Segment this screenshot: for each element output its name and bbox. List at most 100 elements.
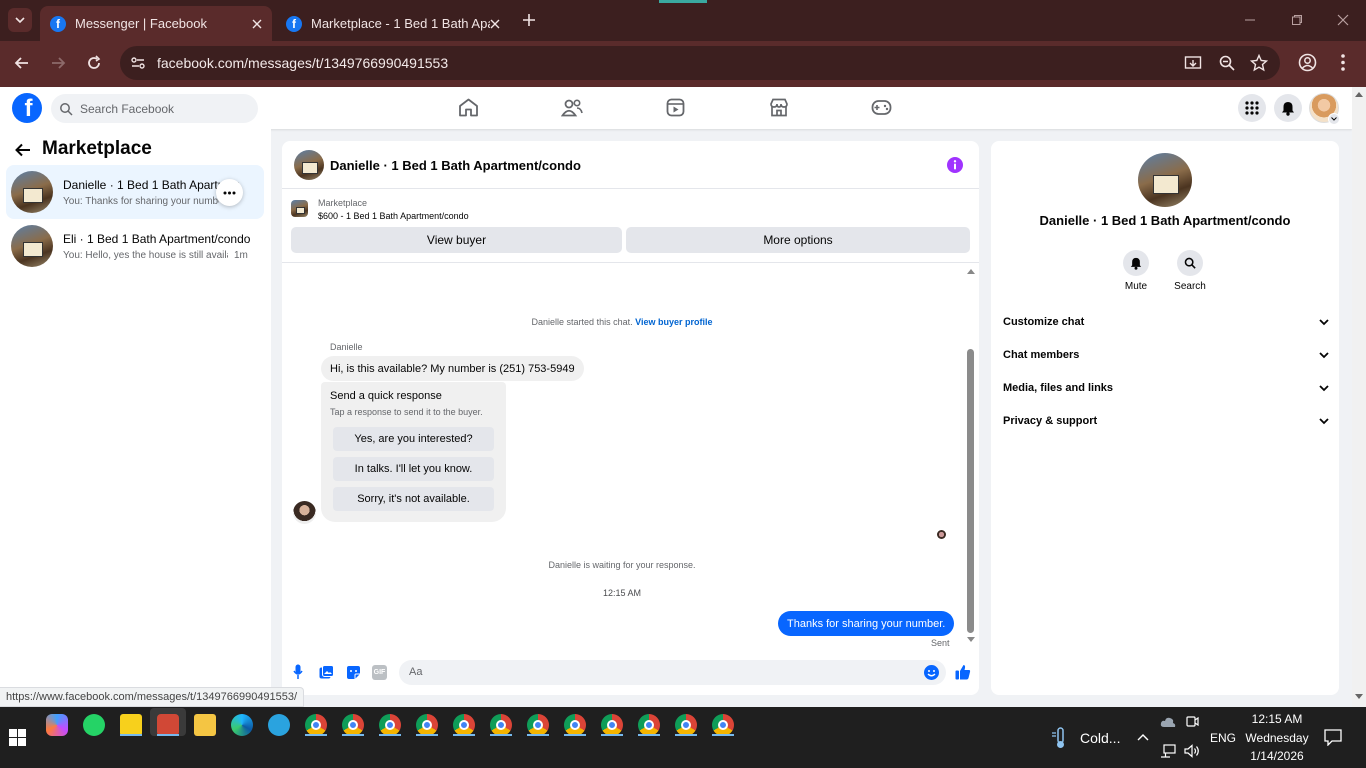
quick-response-option-1[interactable]: Yes, are you interested? — [333, 427, 494, 451]
gif-icon[interactable]: GIF — [372, 665, 387, 680]
chrome-icon[interactable] — [712, 714, 734, 736]
tab-messenger[interactable]: f Messenger | Facebook — [40, 6, 272, 41]
install-app-icon[interactable] — [1184, 54, 1202, 72]
photo-icon[interactable] — [319, 665, 334, 679]
meet-now-icon[interactable] — [1186, 714, 1199, 729]
view-buyer-profile-link[interactable]: View buyer profile — [635, 317, 712, 327]
search-chat-button[interactable] — [1176, 250, 1204, 276]
profile-icon[interactable] — [1298, 53, 1317, 72]
onedrive-cloud-icon[interactable] — [1160, 715, 1176, 729]
more-options-button[interactable]: More options — [626, 227, 970, 253]
friends-icon[interactable] — [561, 98, 583, 117]
chrome-icon[interactable] — [342, 714, 364, 736]
close-icon[interactable] — [490, 19, 500, 29]
chrome-icon[interactable] — [416, 714, 438, 736]
sticker-icon[interactable] — [346, 665, 361, 680]
video-icon[interactable] — [666, 98, 685, 117]
facebook-search-input[interactable]: Search Facebook — [51, 94, 258, 123]
window-close-icon[interactable] — [1337, 14, 1349, 26]
clock-time[interactable]: 12:15 AM — [1244, 712, 1310, 726]
tab-marketplace[interactable]: f Marketplace - 1 Bed 1 Bath Apa — [276, 6, 510, 41]
forward-arrow-icon[interactable] — [50, 55, 66, 71]
notifications-button[interactable] — [1274, 94, 1302, 122]
recorder-icon[interactable] — [157, 714, 179, 736]
scroll-down-arrow-icon[interactable] — [1355, 694, 1363, 700]
scroll-down-arrow-icon[interactable] — [967, 637, 975, 643]
copilot-icon[interactable] — [46, 714, 68, 736]
new-tab-plus-icon[interactable] — [522, 13, 536, 27]
telegram-icon[interactable] — [268, 714, 290, 736]
sticky-notes-icon[interactable] — [120, 714, 142, 736]
more-vertical-icon[interactable] — [1336, 53, 1350, 72]
chat-title[interactable]: Danielle · 1 Bed 1 Bath Apartment/condo — [330, 158, 581, 173]
gaming-icon[interactable] — [871, 99, 892, 116]
whatsapp-icon[interactable] — [83, 714, 105, 736]
clock-day[interactable]: Wednesday — [1244, 731, 1310, 745]
scroll-up-arrow-icon[interactable] — [1355, 91, 1363, 97]
chevron-up-icon[interactable] — [1137, 733, 1149, 741]
site-settings-icon[interactable] — [130, 55, 146, 71]
chrome-icon[interactable] — [453, 714, 475, 736]
language-indicator[interactable]: ENG — [1210, 731, 1236, 745]
section-media-files-links[interactable]: Media, files and links — [1003, 382, 1329, 394]
chrome-icon[interactable] — [379, 714, 401, 736]
weather-text[interactable]: Cold... — [1080, 730, 1120, 746]
section-privacy-support[interactable]: Privacy & support — [1003, 415, 1329, 427]
info-icon[interactable] — [947, 157, 963, 173]
marketplace-icon[interactable] — [769, 98, 789, 117]
profile-avatar-large[interactable] — [1138, 153, 1192, 207]
clock-date[interactable]: 1/14/2026 — [1244, 749, 1310, 763]
listing-title[interactable]: $600 - 1 Bed 1 Bath Apartment/condo — [318, 211, 469, 221]
chrome-icon[interactable] — [638, 714, 660, 736]
outgoing-message-bubble[interactable]: Thanks for sharing your number. — [778, 611, 955, 636]
chrome-icon[interactable] — [675, 714, 697, 736]
bookmark-star-icon[interactable] — [1250, 54, 1268, 72]
facebook-logo[interactable]: f — [12, 93, 42, 123]
back-arrow-icon[interactable] — [14, 55, 30, 71]
section-chat-members[interactable]: Chat members — [1003, 349, 1329, 361]
mute-circle[interactable] — [1123, 250, 1149, 276]
minimize-icon[interactable] — [1244, 14, 1256, 26]
chat-avatar[interactable] — [294, 150, 324, 180]
page-scrollbar[interactable] — [1352, 87, 1366, 707]
quick-response-option-2[interactable]: In talks. I'll let you know. — [333, 457, 494, 481]
network-icon[interactable] — [1160, 744, 1176, 758]
volume-icon[interactable] — [1184, 744, 1200, 758]
back-arrow-icon[interactable] — [14, 142, 32, 158]
tab-search-button[interactable] — [8, 8, 32, 32]
edge-icon[interactable] — [231, 714, 253, 736]
restore-icon[interactable] — [1291, 14, 1303, 26]
file-explorer-icon[interactable] — [194, 714, 216, 736]
menu-grid-button[interactable] — [1238, 94, 1266, 122]
chrome-icon[interactable] — [601, 714, 623, 736]
zoom-icon[interactable] — [1218, 54, 1236, 72]
chrome-icon[interactable] — [564, 714, 586, 736]
home-icon[interactable] — [458, 98, 479, 117]
chrome-icon[interactable] — [490, 714, 512, 736]
mute-button[interactable] — [1122, 250, 1150, 276]
address-bar[interactable]: facebook.com/messages/t/1349766990491553 — [120, 46, 1280, 80]
conversation-item-eli[interactable]: Eli · 1 Bed 1 Bath Apartment/condo You: … — [6, 219, 264, 273]
section-customize-chat[interactable]: Customize chat — [1003, 316, 1329, 328]
conversation-options-button[interactable] — [216, 179, 243, 206]
message-composer-input[interactable]: Aa — [399, 660, 946, 685]
scroll-up-arrow-icon[interactable] — [967, 268, 975, 274]
account-menu-chevron[interactable] — [1328, 113, 1340, 125]
thermometer-icon[interactable] — [1050, 727, 1070, 749]
thumbs-up-icon[interactable] — [955, 664, 971, 680]
microphone-icon[interactable] — [293, 664, 303, 680]
search-circle[interactable] — [1177, 250, 1203, 276]
incoming-message-bubble[interactable]: Hi, is this available? My number is (251… — [321, 356, 584, 381]
emoji-icon[interactable] — [924, 665, 939, 680]
chrome-icon[interactable] — [305, 714, 327, 736]
notification-center-icon[interactable] — [1324, 729, 1342, 746]
quick-response-option-3[interactable]: Sorry, it's not available. — [333, 487, 494, 511]
windows-start-icon[interactable] — [9, 729, 26, 746]
sender-avatar[interactable] — [293, 501, 316, 524]
close-icon[interactable] — [252, 19, 262, 29]
messages-scrollbar[interactable] — [966, 265, 976, 646]
chrome-icon[interactable] — [527, 714, 549, 736]
listing-thumbnail[interactable] — [291, 200, 308, 217]
reload-icon[interactable] — [86, 55, 102, 71]
scrollbar-thumb[interactable] — [967, 349, 974, 633]
